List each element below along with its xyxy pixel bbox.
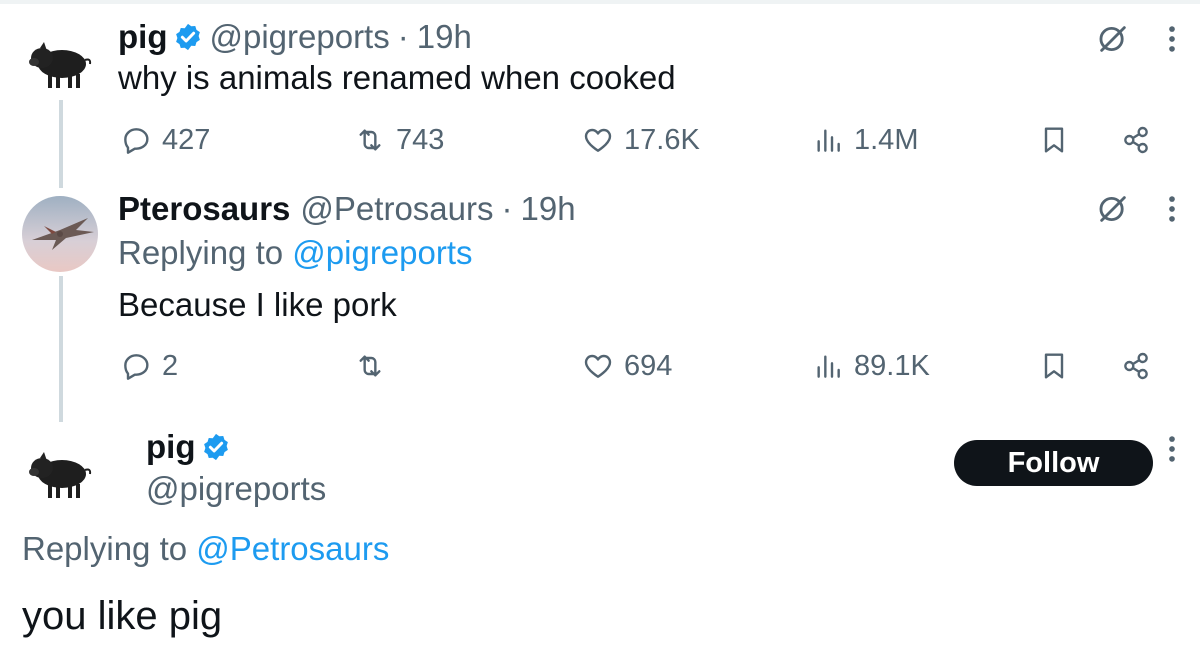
mention-link[interactable]: @pigreports (292, 234, 472, 271)
tweet-text: you like pig (22, 594, 223, 638)
like-button[interactable]: 17.6K (582, 120, 700, 160)
author-handle[interactable]: @pigreports (146, 470, 326, 507)
views-icon (817, 129, 840, 152)
pterosaur-avatar-image (22, 196, 98, 272)
author-name[interactable]: pig (146, 428, 195, 466)
reply-count: 427 (162, 123, 211, 156)
author-handle-line: @pigreports (146, 470, 326, 508)
views-count: 89.1K (854, 349, 930, 382)
tweet-text: why is animals renamed when cooked (118, 59, 676, 96)
separator-dot: · (501, 190, 513, 227)
views-count: 1.4M (854, 123, 919, 156)
pig-avatar-image (22, 434, 98, 510)
repost-icon (359, 129, 381, 151)
replying-prefix: Replying to (22, 530, 188, 567)
like-count: 694 (624, 349, 673, 382)
reply-button[interactable]: 427 (120, 120, 210, 160)
author-handle[interactable]: @pigreports (209, 18, 389, 56)
views-button[interactable]: 1.4M (812, 120, 918, 160)
replying-prefix: Replying to (118, 234, 284, 271)
bookmark-icon (1044, 353, 1064, 379)
views-button[interactable]: 89.1K (812, 346, 930, 386)
tweet-pig-original[interactable]: pig @pigreports · 19h why is animals ren… (0, 0, 1200, 180)
like-icon (584, 128, 612, 152)
like-count: 17.6K (624, 123, 700, 156)
avatar-pterosaurs[interactable] (22, 196, 98, 272)
replying-to-line: Replying to @Petrosaurs (22, 530, 389, 568)
like-icon (584, 354, 612, 378)
avatar-pig[interactable] (22, 24, 98, 100)
tweet-pterosaurs-reply[interactable]: Pterosaurs @Petrosaurs · 19h Replying to… (0, 182, 1200, 410)
bookmark-button[interactable] (1038, 346, 1070, 386)
share-icon (1124, 126, 1148, 154)
repost-button[interactable] (354, 346, 396, 386)
more-icon[interactable] (1160, 192, 1184, 226)
mention-link[interactable]: @Petrosaurs (196, 530, 389, 567)
share-button[interactable] (1120, 346, 1152, 386)
reply-icon (124, 354, 149, 380)
separator-dot: · (397, 18, 409, 55)
avatar-pig[interactable] (22, 434, 98, 510)
author-name[interactable]: Pterosaurs (118, 190, 290, 228)
repost-button[interactable]: 743 (354, 120, 444, 160)
reply-count: 2 (162, 349, 179, 382)
views-icon (817, 355, 840, 378)
verified-icon (176, 23, 201, 51)
share-icon (1124, 352, 1148, 380)
more-icon[interactable] (1160, 22, 1184, 56)
replying-to-line: Replying to @pigreports (118, 234, 473, 272)
more-icon[interactable] (1160, 432, 1184, 466)
author-name[interactable]: pig (118, 18, 167, 56)
author-handle[interactable]: @Petrosaurs (300, 190, 493, 228)
bookmark-button[interactable] (1038, 120, 1070, 160)
repost-count: 743 (396, 123, 445, 156)
reply-button[interactable]: 2 (120, 346, 178, 386)
timestamp[interactable]: 19h (417, 18, 472, 56)
share-button[interactable] (1120, 120, 1152, 160)
like-button[interactable]: 694 (582, 346, 672, 386)
grok-icon[interactable] (1096, 22, 1130, 56)
follow-button[interactable]: Follow (954, 440, 1153, 486)
pig-avatar-image (22, 24, 98, 100)
repost-icon (359, 355, 381, 377)
reply-icon (124, 128, 149, 154)
tweet-text: Because I like pork (118, 286, 397, 323)
timestamp[interactable]: 19h (521, 190, 576, 228)
grok-icon[interactable] (1096, 192, 1130, 226)
bookmark-icon (1044, 127, 1064, 153)
verified-icon (204, 433, 229, 461)
